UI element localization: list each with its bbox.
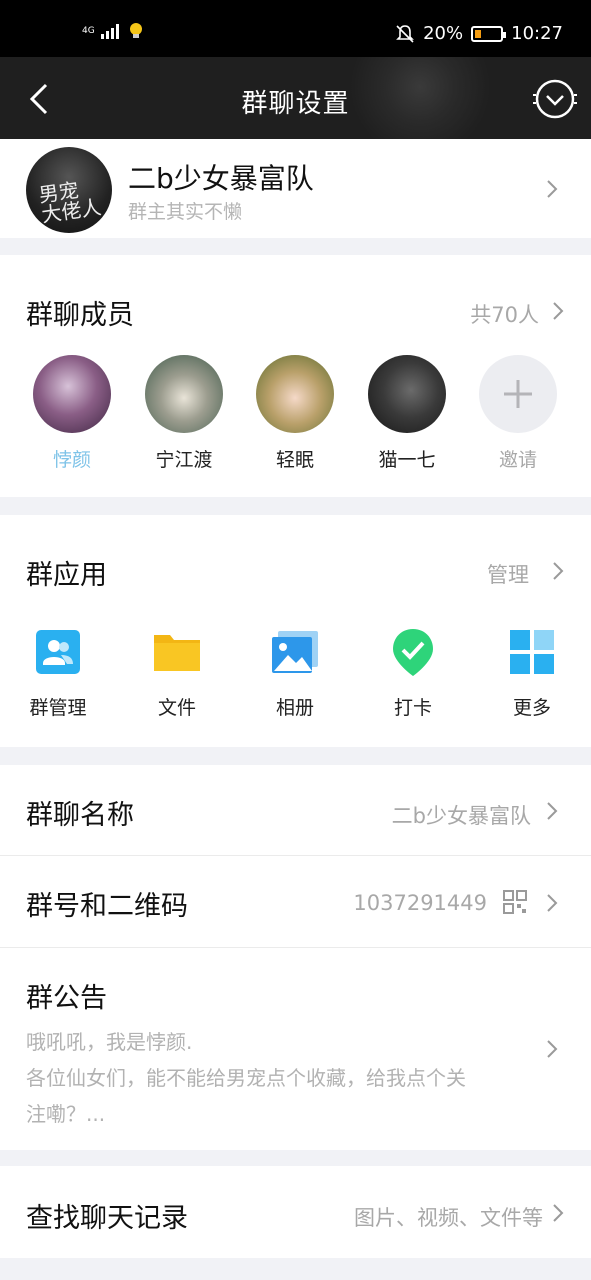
folder-icon (154, 635, 200, 671)
group-id-row[interactable]: 群号和二维码 1037291449 (0, 856, 591, 947)
search-history-hint: 图片、视频、文件等 (354, 1206, 543, 1230)
group-apps-section: 群应用 管理 群管理 文件 相册 打卡 更多 (0, 515, 591, 747)
group-notice-text: 哦吼吼，我是悖颜. 各位仙女们，能不能给男宠点个收藏，给我点个关 注嘞？... (26, 1024, 536, 1132)
members-section: 群聊成员 共70人 悖颜 宁江渡 轻眠 猫一七 邀请 (0, 255, 591, 497)
member-item[interactable]: 轻眠 (250, 355, 340, 472)
invite-avatar (479, 355, 557, 433)
invite-button[interactable]: 邀请 (473, 355, 563, 472)
app-label: 群管理 (29, 697, 87, 719)
app-checkin[interactable]: 打卡 (363, 627, 463, 720)
lightbulb-icon (129, 23, 142, 38)
group-avatar: 男宠 大佬人 (26, 147, 112, 233)
chevron-right-icon (547, 1040, 558, 1058)
members-title: 群聊成员 (26, 300, 134, 331)
notice-line: 各位仙女们，能不能给男宠点个收藏，给我点个关 (26, 1066, 466, 1090)
network-type: 4G (82, 25, 95, 36)
notice-line: 注嘞？... (26, 1102, 106, 1126)
group-notice-label: 群公告 (26, 983, 107, 1014)
app-more[interactable]: 更多 (482, 627, 582, 720)
chevron-right-icon (547, 894, 558, 912)
signal-icon (100, 24, 119, 39)
page-title: 群聊设置 (241, 89, 350, 119)
member-name: 宁江渡 (155, 449, 213, 471)
group-manage-icon (36, 630, 80, 674)
member-name: 猫一七 (378, 449, 436, 471)
app-album[interactable]: 相册 (245, 627, 345, 720)
group-header[interactable]: 男宠 大佬人 二b少女暴富队 群主其实不懒 (0, 139, 591, 238)
nav-bar: 群聊设置 (0, 57, 591, 139)
member-item[interactable]: 宁江渡 (139, 355, 229, 472)
chevron-right-icon[interactable] (551, 560, 565, 582)
mute-bell-icon (396, 24, 415, 43)
chevron-right-icon (553, 1204, 564, 1222)
app-label: 相册 (275, 697, 314, 719)
search-history-label: 查找聊天记录 (26, 1203, 188, 1234)
search-history-row[interactable]: 查找聊天记录 图片、视频、文件等 (0, 1166, 591, 1258)
status-bar: 4G 20% 10:27 (0, 0, 591, 57)
group-avatar-art: 男宠 大佬人 (37, 177, 103, 227)
more-options-icon[interactable] (531, 75, 579, 123)
battery-percent: 20% (423, 23, 464, 44)
group-id-value: 1037291449 (353, 891, 487, 915)
settings-list: 群聊名称 二b少女暴富队 群号和二维码 1037291449 群公告 哦吼吼，我… (0, 765, 591, 1150)
apps-title: 群应用 (26, 560, 107, 591)
member-item[interactable]: 猫一七 (362, 355, 452, 472)
member-avatar (145, 355, 223, 433)
group-name-label: 群聊名称 (26, 800, 134, 831)
app-files[interactable]: 文件 (127, 627, 227, 720)
member-avatar (368, 355, 446, 433)
member-item[interactable]: 悖颜 (27, 355, 117, 472)
app-label: 文件 (157, 697, 196, 719)
apps-manage-link[interactable]: 管理 (487, 559, 529, 589)
group-name-row[interactable]: 群聊名称 二b少女暴富队 (0, 765, 591, 855)
more-grid-icon (510, 630, 554, 674)
qr-code-icon[interactable] (503, 890, 527, 914)
plus-icon (504, 380, 532, 408)
chevron-right-icon (547, 802, 558, 820)
group-notice-row[interactable]: 群公告 哦吼吼，我是悖颜. 各位仙女们，能不能给男宠点个收藏，给我点个关 注嘞？… (0, 948, 591, 1150)
group-owner: 群主其实不懒 (128, 201, 243, 223)
app-group-manage[interactable]: 群管理 (8, 627, 108, 720)
group-name-value: 二b少女暴富队 (391, 804, 531, 828)
group-name: 二b少女暴富队 (128, 162, 314, 195)
member-name: 轻眠 (275, 449, 314, 471)
chevron-right-icon (547, 180, 558, 198)
album-icon (272, 631, 318, 673)
invite-label: 邀请 (498, 449, 537, 471)
checkin-icon (393, 629, 433, 676)
battery-icon (471, 25, 507, 42)
app-label: 更多 (512, 697, 551, 719)
notice-line: 哦吼吼，我是悖颜. (26, 1030, 193, 1054)
chevron-right-icon[interactable] (551, 300, 565, 322)
app-label: 打卡 (393, 697, 432, 719)
member-name: 悖颜 (52, 449, 91, 471)
clock: 10:27 (511, 23, 563, 44)
member-avatar (256, 355, 334, 433)
member-count[interactable]: 共70人 (470, 299, 539, 329)
member-avatar (33, 355, 111, 433)
group-id-label: 群号和二维码 (26, 891, 188, 922)
